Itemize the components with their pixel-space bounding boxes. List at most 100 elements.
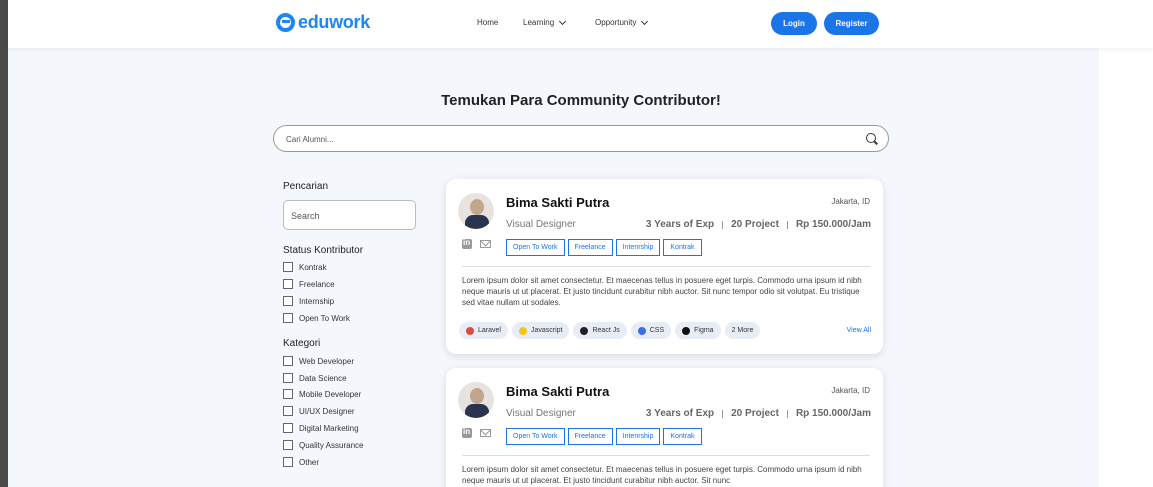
logo-icon	[276, 13, 295, 32]
nav-opportunity[interactable]: Opportunity	[595, 17, 649, 27]
page-title: Temukan Para Community Contributor!	[441, 92, 721, 109]
status-tag: Intenrship	[615, 239, 661, 256]
checkbox[interactable]	[283, 356, 293, 366]
checkbox[interactable]	[283, 313, 293, 323]
login-button[interactable]: Login	[771, 12, 817, 35]
contributor-stats: 3 Years of Exp 20 Project Rp 150.000/Jam	[646, 219, 871, 230]
contributor-description: Lorem ipsum dolor sit amet consectetur. …	[462, 465, 862, 485]
avatar	[458, 382, 494, 418]
contributor-description: Lorem ipsum dolor sit amet consectetur. …	[462, 276, 862, 307]
category-option-mobile-developer[interactable]: Mobile Developer	[283, 389, 361, 399]
status-heading: Status Kontributor	[283, 245, 364, 256]
status-tag: Open To Work	[506, 239, 565, 256]
skill-chip[interactable]: Laravel	[459, 322, 508, 339]
javascript-icon	[518, 326, 527, 335]
option-label: Internship	[299, 296, 335, 306]
mail-icon[interactable]	[480, 429, 491, 437]
top-navbar: eduwork Home Learning Opportunity Login …	[8, 0, 1153, 48]
status-option-open-to-work[interactable]: Open To Work	[283, 313, 350, 323]
skill-chip[interactable]: React Js	[573, 322, 627, 339]
chevron-down-icon	[641, 17, 649, 25]
search-placeholder: Cari Alumni...	[286, 135, 334, 144]
checkbox[interactable]	[283, 440, 293, 450]
checkbox[interactable]	[283, 279, 293, 289]
contributor-stats: 3 Years of Exp 20 Project Rp 150.000/Jam	[646, 408, 871, 419]
react-icon	[580, 326, 589, 335]
skill-label: Laravel	[478, 327, 501, 334]
checkbox[interactable]	[283, 373, 293, 383]
option-label: Web Developer	[299, 356, 354, 366]
eduwork-logo[interactable]: eduwork	[276, 12, 370, 33]
more-skills-chip[interactable]: 2 More	[724, 322, 761, 339]
status-option-freelance[interactable]: Freelance	[283, 279, 335, 289]
status-option-internship[interactable]: Internship	[283, 296, 334, 306]
window-left-edge	[0, 0, 8, 487]
category-option-digital-marketing[interactable]: Digital Marketing	[283, 423, 359, 433]
option-label: UI/UX Designer	[299, 406, 355, 416]
nav-learning-label: Learning	[523, 18, 555, 27]
skill-chip[interactable]: Javascript	[511, 322, 570, 339]
option-label: Data Science	[299, 373, 347, 383]
status-tag: Intenrship	[615, 428, 661, 445]
checkbox[interactable]	[283, 296, 293, 306]
sidebar-search-heading: Pencarian	[283, 181, 329, 192]
status-tag: Kontrak	[663, 239, 702, 256]
status-tag: Kontrak	[663, 428, 702, 445]
status-tags: Open To Work Freelance Intenrship Kontra…	[506, 428, 702, 445]
contributor-location: Jakarta, ID	[831, 197, 870, 206]
sidebar-search-input[interactable]: Search	[283, 200, 416, 230]
nav-learning[interactable]: Learning	[523, 17, 567, 27]
skill-chip[interactable]: Figma	[675, 322, 721, 339]
skill-list: Laravel Javascript React Js CSS Figma 2 …	[459, 322, 761, 339]
option-label: Freelance	[299, 279, 335, 289]
view-all-link[interactable]: View All	[847, 327, 871, 334]
contributor-card[interactable]: Bima Sakti Putra Jakarta, ID Visual Desi…	[446, 368, 883, 487]
category-option-other[interactable]: Other	[283, 457, 319, 467]
skill-label: Figma	[694, 327, 714, 334]
skill-label: React Js	[592, 327, 620, 334]
contributor-role: Visual Designer	[506, 408, 576, 419]
divider	[462, 455, 870, 456]
projects: 20 Project	[731, 408, 779, 419]
contributor-name: Bima Sakti Putra	[506, 384, 610, 399]
option-label: Mobile Developer	[299, 389, 362, 399]
divider	[462, 266, 870, 267]
logo-text: eduwork	[298, 12, 370, 32]
rate: Rp 150.000/Jam	[795, 219, 871, 230]
search-icon[interactable]	[866, 133, 876, 143]
linkedin-icon[interactable]	[462, 427, 472, 438]
experience: 3 Years of Exp	[645, 219, 715, 230]
checkbox[interactable]	[283, 423, 293, 433]
status-tag: Open To Work	[506, 428, 565, 445]
nav-opportunity-label: Opportunity	[595, 18, 637, 27]
mail-icon[interactable]	[480, 240, 491, 248]
category-option-data-science[interactable]: Data Science	[283, 373, 347, 383]
css-icon	[637, 326, 646, 335]
contributor-card[interactable]: Bima Sakti Putra Jakarta, ID Visual Desi…	[446, 179, 883, 354]
category-option-uiux-designer[interactable]: UI/UX Designer	[283, 406, 355, 416]
right-gutter	[1099, 48, 1153, 487]
projects: 20 Project	[731, 219, 779, 230]
nav-home[interactable]: Home	[477, 18, 498, 27]
rate: Rp 150.000/Jam	[795, 408, 871, 419]
skill-chip[interactable]: CSS	[630, 322, 672, 339]
option-label: Kontrak	[299, 262, 327, 272]
checkbox[interactable]	[283, 406, 293, 416]
option-label: Other	[299, 457, 320, 467]
checkbox[interactable]	[283, 457, 293, 467]
option-label: Quality Assurance	[299, 440, 364, 450]
skill-label: CSS	[649, 327, 665, 334]
linkedin-icon[interactable]	[462, 238, 472, 249]
checkbox[interactable]	[283, 389, 293, 399]
contributor-location: Jakarta, ID	[831, 386, 870, 395]
alumni-search-input[interactable]: Cari Alumni...	[273, 125, 889, 152]
option-label: Open To Work	[299, 313, 350, 323]
register-button[interactable]: Register	[824, 12, 879, 35]
nav-home-label: Home	[477, 18, 499, 27]
category-option-quality-assurance[interactable]: Quality Assurance	[283, 440, 363, 450]
contributor-name: Bima Sakti Putra	[506, 195, 610, 210]
status-option-kontrak[interactable]: Kontrak	[283, 262, 327, 272]
skill-label: 2 More	[731, 327, 754, 334]
checkbox[interactable]	[283, 262, 293, 272]
category-option-web-developer[interactable]: Web Developer	[283, 356, 354, 366]
